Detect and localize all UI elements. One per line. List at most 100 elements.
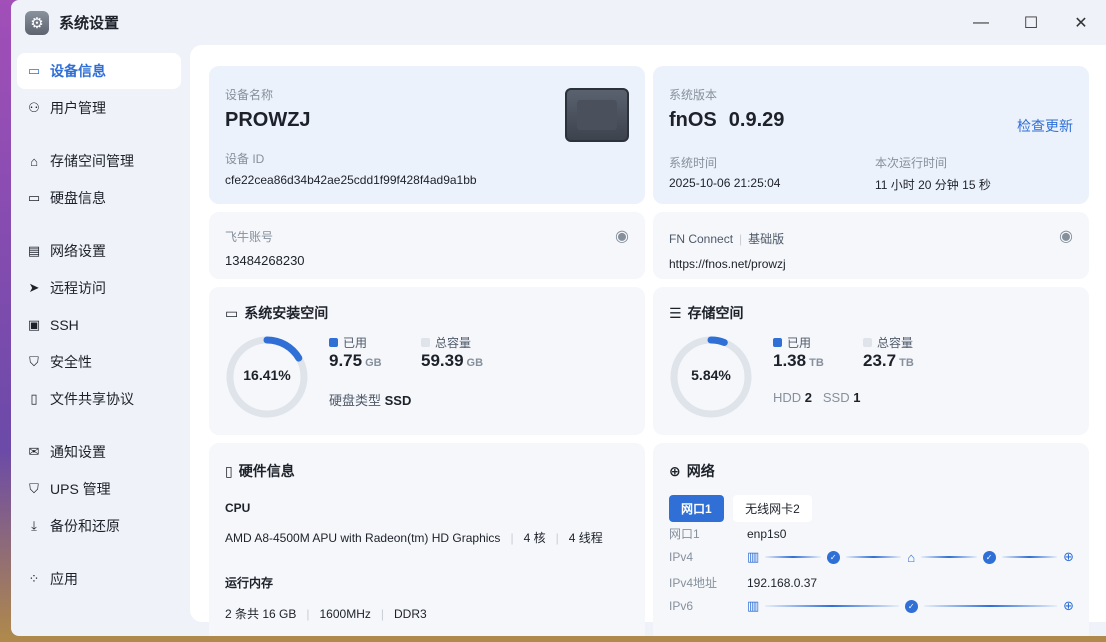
hdd-label: HDD [773, 390, 802, 405]
used-label: 已用 [787, 336, 812, 350]
ssd-label: SSD [822, 390, 850, 405]
cpu-cores: 4 核 [523, 531, 546, 545]
file-icon: ▯ [30, 391, 38, 406]
fn-connect-url[interactable]: https://fnos.net/prowzj [669, 257, 1073, 271]
port-name: enp1s0 [747, 526, 787, 541]
check-icon: ✓ [826, 550, 840, 564]
fn-connect-card: FN Connect | 基础版 https://fnos.net/prowzj ◉ [653, 212, 1089, 279]
sidebar: ▭ 设备信息 ⚇ 用户管理 ⌂ 存储空间管理 ▭ 硬盘信息 ▤ 网络设置 ➤ 远程访问 ▣ S… [17, 53, 181, 598]
system-space-title: 系统安装空间 [244, 305, 329, 321]
usage-percent: 16.41% [243, 367, 291, 383]
uptime-label: 本次运行时间 [875, 156, 948, 170]
system-time: 2025-10-06 21:25:04 [669, 176, 781, 190]
nic-icon: ▥ [747, 598, 760, 613]
total-label: 总容量 [435, 336, 472, 350]
memory-size: 2 条共 16 GB [225, 607, 297, 621]
disk-icon: ▭ [27, 190, 41, 205]
send-icon: ➤ [28, 280, 40, 295]
close-button[interactable]: ✕ [1056, 0, 1106, 45]
network-card: ⊕ 网络 网口1 无线网卡2 网口1 enp1s0 IPv4 ▥ ✓ ⌂ ✓ ⊕ IPv4地址… [653, 443, 1089, 636]
check-icon: ✓ [904, 599, 918, 613]
network-icon: ▤ [27, 243, 41, 258]
account-number: 13484268230 [225, 253, 305, 268]
network-title: 网络 [686, 463, 715, 479]
system-space-card: ▭ 系统安装空间 16.41% 已用 9.75 GB 总容量 59.39 GB 硬盘类… [209, 287, 645, 435]
storage-icon: ☰ [669, 304, 682, 321]
sidebar-item-file-sharing[interactable]: ▯ 文件共享协议 [17, 381, 181, 417]
ipv4-label: IPv4 [669, 550, 694, 564]
system-time-label: 系统时间 [669, 156, 718, 170]
os-version: 0.9.29 [728, 109, 785, 131]
nic-icon: ▥ [747, 549, 760, 564]
sidebar-item-users[interactable]: ⚇ 用户管理 [17, 90, 181, 126]
total-value: 59.39 [421, 351, 464, 370]
sidebar-item-ups[interactable]: ⛉ UPS 管理 [17, 471, 181, 507]
label: 存储空间管理 [50, 153, 134, 169]
sidebar-item-storage[interactable]: ⌂ 存储空间管理 [17, 143, 181, 179]
memory-type: DDR3 [393, 607, 427, 621]
nas-device-icon [565, 88, 629, 142]
device-id-label: 设备 ID [225, 152, 265, 166]
ipv6-label: IPv6 [669, 599, 694, 613]
shield-icon: ⛉ [29, 354, 39, 369]
tab-wireless2[interactable]: 无线网卡2 [733, 495, 812, 522]
check-icon: ✓ [982, 550, 996, 564]
settings-gear-icon: ⚙ [25, 10, 49, 35]
account-label: 飞牛账号 [225, 230, 274, 244]
sidebar-item-notifications[interactable]: ✉ 通知设置 [17, 434, 181, 470]
sidebar-item-ssh[interactable]: ▣ SSH [17, 307, 181, 343]
drive-icon: ▭ [225, 304, 239, 321]
disk-type: SSD [384, 393, 412, 408]
check-update-link[interactable]: 检查更新 [1017, 116, 1073, 136]
account-card: 飞牛账号 13484268230 ◉ [209, 212, 645, 279]
version-label: 系统版本 [669, 88, 718, 102]
label: 远程访问 [50, 280, 106, 296]
drive-icon: ▭ [27, 63, 41, 78]
sidebar-item-backup[interactable]: ⤓ 备份和还原 [17, 508, 181, 544]
terminal-icon: ▣ [27, 317, 41, 332]
sidebar-item-network[interactable]: ▤ 网络设置 [17, 233, 181, 269]
hardware-title: 硬件信息 [238, 463, 295, 479]
unit: GB [365, 357, 382, 369]
users-icon: ⚇ [28, 100, 40, 115]
used-value: 9.75 [329, 351, 363, 370]
sidebar-item-remote[interactable]: ➤ 远程访问 [17, 270, 181, 306]
storage-card: ☰ 存储空间 5.84% 已用 1.38 TB 总容量 23.7 TB HDD 2 S… [653, 287, 1089, 435]
sidebar-item-security[interactable]: ⛉ 安全性 [17, 344, 181, 380]
used-label: 已用 [343, 336, 368, 350]
globe-icon: ⊕ [1063, 549, 1074, 564]
memory-frequency: 1600MHz [319, 607, 371, 621]
label: 应用 [50, 571, 78, 587]
fn-connect-label: FN Connect [669, 232, 734, 246]
window-title: 系统设置 [59, 15, 120, 32]
minimize-button[interactable]: — [956, 0, 1006, 45]
globe-icon: ⊕ [1063, 598, 1075, 613]
label: 通知设置 [50, 444, 106, 460]
eye-icon[interactable]: ◉ [1059, 226, 1073, 246]
hardware-card: ▯ 硬件信息 CPU AMD A8-4500M APU with Radeon(t… [209, 443, 645, 636]
shield-icon: ⛉ [29, 481, 39, 496]
sidebar-item-disks[interactable]: ▭ 硬盘信息 [17, 180, 181, 216]
maximize-button[interactable]: ☐ [1006, 0, 1056, 45]
hdd-count: 2 [804, 390, 813, 405]
port-label: 网口1 [669, 527, 700, 541]
unit: GB [466, 357, 484, 369]
sidebar-item-apps[interactable]: ⁘ 应用 [17, 561, 181, 597]
device-card: 设备名称 PROWZJ 设备 ID cfe22cea86d34b42ae25cd… [209, 66, 645, 204]
globe-icon: ⊕ [669, 462, 681, 479]
total-value: 23.7 [863, 351, 897, 370]
fn-connect-tier: 基础版 [748, 232, 785, 246]
mail-icon: ✉ [28, 444, 40, 459]
storage-icon: ⌂ [30, 153, 38, 169]
label: 备份和还原 [50, 518, 120, 534]
cpu-label: CPU [225, 501, 251, 515]
sidebar-item-device-info[interactable]: ▭ 设备信息 [17, 53, 181, 89]
label: 安全性 [50, 354, 92, 370]
settings-window: ⚙ 系统设置 — ☐ ✕ ▭ 设备信息 ⚇ 用户管理 ⌂ 存储空间管理 ▭ 硬盘信息 ▤… [11, 0, 1106, 636]
disk-type-label: 硬盘类型 [329, 393, 382, 408]
eye-icon[interactable]: ◉ [615, 226, 629, 246]
memory-label: 运行内存 [225, 576, 274, 590]
label: 网络设置 [50, 243, 106, 259]
label: UPS 管理 [50, 481, 111, 497]
tab-port1[interactable]: 网口1 [669, 495, 724, 522]
